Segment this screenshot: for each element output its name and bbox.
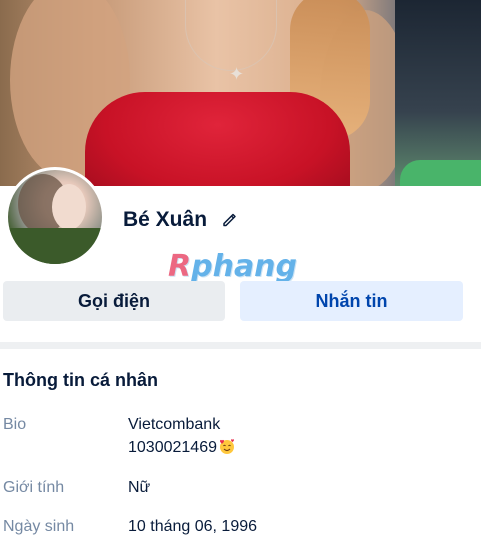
avatar-shirt (8, 228, 102, 264)
cover-photo[interactable]: ✦ (0, 0, 481, 186)
birthday-label: Ngày sinh (3, 518, 75, 535)
star-pendant-icon: ✦ (229, 64, 245, 84)
gender-label: Giới tính (3, 479, 65, 496)
watermark-logo: Rphang (168, 249, 297, 284)
bio-line-1: Vietcombank (128, 416, 221, 433)
section-divider (0, 342, 481, 349)
message-button[interactable]: Nhắn tin (240, 281, 463, 321)
cover-necklace (185, 0, 277, 71)
profile-name: Bé Xuân (123, 208, 208, 231)
birthday-value: 10 tháng 06, 1996 (128, 518, 258, 535)
call-button[interactable]: Gọi điện (3, 281, 225, 321)
bio-label: Bio (3, 416, 27, 433)
avatar[interactable] (5, 167, 105, 267)
cover-green-object (400, 160, 481, 186)
personal-info-title: Thông tin cá nhân (3, 370, 158, 390)
avatar-face (52, 184, 86, 230)
bio-value: Vietcombank 1030021469 (128, 413, 236, 459)
watermark-rest: phang (191, 249, 298, 284)
bio-line-2: 1030021469 (128, 436, 236, 459)
cover-background (395, 0, 481, 186)
watermark-first-letter: R (168, 249, 192, 284)
pencil-icon[interactable] (221, 210, 239, 228)
bio-account-number: 1030021469 (128, 439, 217, 456)
smiling-face-with-hearts-icon (218, 437, 236, 455)
cover-dress (85, 92, 350, 186)
gender-value: Nữ (128, 479, 151, 496)
